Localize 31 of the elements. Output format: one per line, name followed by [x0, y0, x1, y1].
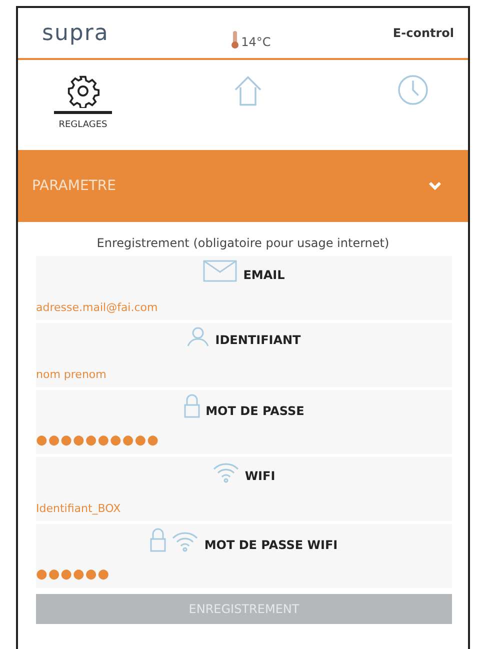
temperature: 14°C — [241, 35, 271, 49]
lock-icon — [150, 528, 166, 552]
wifi-icon — [172, 530, 198, 552]
form-field[interactable]: MOT DE PASSE WIFI ●●●●●● — [36, 524, 452, 588]
thermometer-icon — [231, 31, 240, 49]
section-subtitle: Enregistrement (obligatoire pour usage internet) — [96, 235, 390, 252]
wifi-icon — [212, 461, 239, 483]
field-label: WIFI — [244, 469, 276, 483]
field-label: MOT DE PASSE WIFI — [204, 538, 338, 552]
app-title: E-control — [392, 26, 454, 40]
form-field[interactable]: EMAIL adresse.mail@fai.com — [36, 256, 452, 320]
lock-icon — [184, 394, 200, 418]
field-value: nom prenom — [36, 368, 108, 381]
settings-icon — [54, 74, 112, 114]
form-field[interactable]: MOT DE PASSE ●●●●●●●●●● — [36, 390, 452, 454]
form-field[interactable]: WIFI Identifiant_BOX — [36, 457, 452, 521]
field-value: adresse.mail@fai.com — [36, 301, 159, 314]
clock-icon — [397, 74, 429, 106]
chevron-icon — [428, 181, 442, 191]
field-value: ●●●●●● — [36, 567, 112, 582]
envelope-icon — [203, 260, 238, 282]
user-icon — [187, 327, 210, 347]
field-label: EMAIL — [243, 268, 285, 282]
home-icon — [233, 74, 263, 108]
logo: supra — [42, 20, 109, 46]
nav-tab[interactable]: REGLAGES — [48, 74, 118, 130]
field-value: ●●●●●●●●●● — [36, 433, 160, 448]
field-label: MOT DE PASSE — [206, 404, 304, 418]
field-label: IDENTIFIANT — [215, 333, 301, 347]
form-field[interactable]: IDENTIFIANT nom prenom — [36, 323, 452, 387]
field-value: Identifiant_BOX — [36, 502, 122, 515]
